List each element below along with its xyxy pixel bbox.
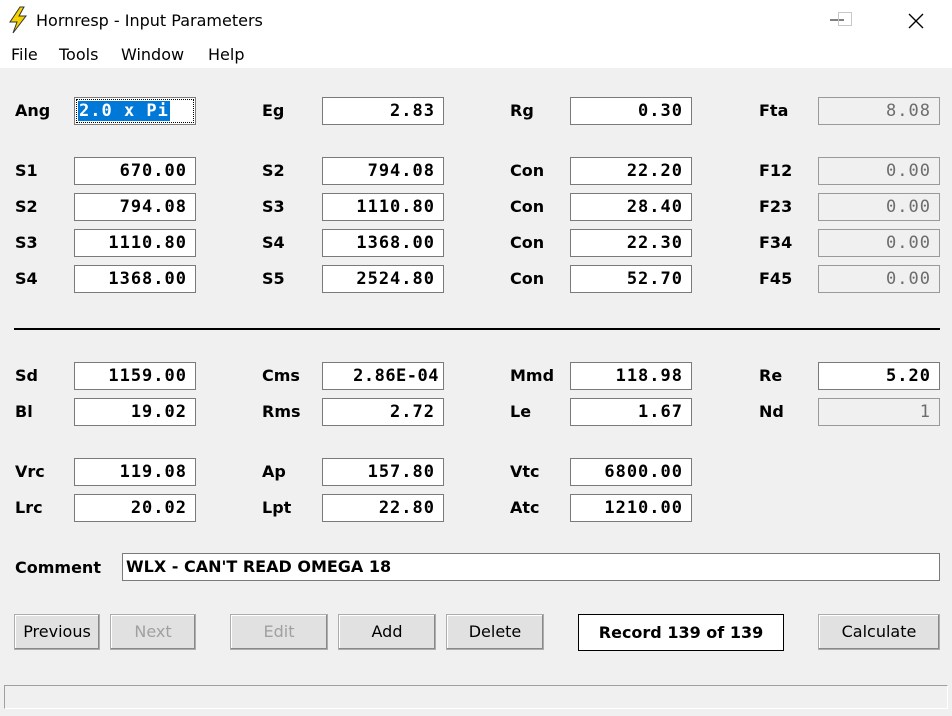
ang-field[interactable]: 2.0 x Pi xyxy=(74,97,196,125)
cms-field[interactable]: 2.86E-04 xyxy=(322,362,444,390)
label-mmd: Mmd xyxy=(510,366,555,385)
atc-field[interactable]: 1210.00 xyxy=(570,494,692,522)
label-s4: S4 xyxy=(262,233,285,252)
label-cms: Cms xyxy=(262,366,300,385)
label-s2b: S2 xyxy=(15,197,38,216)
bl-field[interactable]: 19.02 xyxy=(74,398,196,426)
label-eg: Eg xyxy=(262,101,285,120)
maximize-icon xyxy=(838,12,852,31)
menu-file[interactable]: File xyxy=(11,45,38,64)
label-f45: F45 xyxy=(759,269,793,288)
label-s3b: S3 xyxy=(15,233,38,252)
le-field[interactable]: 1.67 xyxy=(570,398,692,426)
con4-field[interactable]: 52.70 xyxy=(570,265,692,293)
label-le: Le xyxy=(510,402,532,421)
s2b-field[interactable]: 794.08 xyxy=(74,193,196,221)
label-f34: F34 xyxy=(759,233,793,252)
f45-field: 0.00 xyxy=(818,265,940,293)
re-field[interactable]: 5.20 xyxy=(818,362,940,390)
menu-help[interactable]: Help xyxy=(208,45,244,64)
fta-field: 8.08 xyxy=(818,97,940,125)
close-icon xyxy=(908,13,924,29)
f23-field: 0.00 xyxy=(818,193,940,221)
con2-field[interactable]: 28.40 xyxy=(570,193,692,221)
label-s4b: S4 xyxy=(15,269,38,288)
label-ang: Ang xyxy=(15,101,51,120)
window-title: Hornresp - Input Parameters xyxy=(36,11,263,30)
label-re: Re xyxy=(759,366,783,385)
status-bar xyxy=(4,685,948,709)
previous-button[interactable]: Previous xyxy=(14,614,100,650)
s3-field[interactable]: 1110.80 xyxy=(322,193,444,221)
lrc-field[interactable]: 20.02 xyxy=(74,494,196,522)
delete-button[interactable]: Delete xyxy=(446,614,544,650)
con1-field[interactable]: 22.20 xyxy=(570,157,692,185)
label-lrc: Lrc xyxy=(15,498,43,517)
ang-value: 2.0 x Pi xyxy=(78,101,170,121)
next-button[interactable]: Next xyxy=(110,614,196,650)
label-rms: Rms xyxy=(262,402,301,421)
label-lpt: Lpt xyxy=(262,498,292,517)
label-con4: Con xyxy=(510,269,545,288)
menu-tools[interactable]: Tools xyxy=(59,45,98,64)
s5-field[interactable]: 2524.80 xyxy=(322,265,444,293)
edit-button[interactable]: Edit xyxy=(230,614,328,650)
title-bar: Hornresp - Input Parameters xyxy=(0,0,952,40)
rms-field[interactable]: 2.72 xyxy=(322,398,444,426)
label-vtc: Vtc xyxy=(510,462,540,481)
vrc-field[interactable]: 119.08 xyxy=(74,458,196,486)
label-atc: Atc xyxy=(510,498,540,517)
label-con3: Con xyxy=(510,233,545,252)
record-indicator: Record 139 of 139 xyxy=(578,614,784,651)
s2-field[interactable]: 794.08 xyxy=(322,157,444,185)
label-f23: F23 xyxy=(759,197,793,216)
s3b-field[interactable]: 1110.80 xyxy=(74,229,196,257)
label-nd: Nd xyxy=(759,402,784,421)
s4b-field[interactable]: 1368.00 xyxy=(74,265,196,293)
label-f12: F12 xyxy=(759,161,793,180)
label-s3: S3 xyxy=(262,197,285,216)
minimize-button[interactable] xyxy=(814,0,860,40)
menu-bar: File Tools Window Help xyxy=(0,40,952,68)
lpt-field[interactable]: 22.80 xyxy=(322,494,444,522)
label-vrc: Vrc xyxy=(15,462,45,481)
menu-window[interactable]: Window xyxy=(121,45,184,64)
rg-field[interactable]: 0.30 xyxy=(570,97,692,125)
label-s5: S5 xyxy=(262,269,285,288)
close-button[interactable] xyxy=(893,0,939,40)
s4-field[interactable]: 1368.00 xyxy=(322,229,444,257)
nd-field: 1 xyxy=(818,398,940,426)
label-bl: Bl xyxy=(15,402,33,421)
section-divider xyxy=(14,328,940,330)
ap-field[interactable]: 157.80 xyxy=(322,458,444,486)
comment-field[interactable]: WLX - CAN'T READ OMEGA 18 xyxy=(122,553,940,581)
label-fta: Fta xyxy=(759,101,789,120)
f34-field: 0.00 xyxy=(818,229,940,257)
label-rg: Rg xyxy=(510,101,534,120)
s1-field[interactable]: 670.00 xyxy=(74,157,196,185)
label-s1: S1 xyxy=(15,161,38,180)
sd-field[interactable]: 1159.00 xyxy=(74,362,196,390)
con3-field[interactable]: 22.30 xyxy=(570,229,692,257)
label-ap: Ap xyxy=(262,462,286,481)
f12-field: 0.00 xyxy=(818,157,940,185)
lightning-bolt-icon xyxy=(6,6,30,34)
eg-field[interactable]: 2.83 xyxy=(322,97,444,125)
add-button[interactable]: Add xyxy=(338,614,436,650)
mmd-field[interactable]: 118.98 xyxy=(570,362,692,390)
label-s2: S2 xyxy=(262,161,285,180)
label-comment: Comment xyxy=(15,558,101,577)
label-con1: Con xyxy=(510,161,545,180)
label-con2: Con xyxy=(510,197,545,216)
label-sd: Sd xyxy=(15,366,38,385)
calculate-button[interactable]: Calculate xyxy=(818,614,940,650)
vtc-field[interactable]: 6800.00 xyxy=(570,458,692,486)
